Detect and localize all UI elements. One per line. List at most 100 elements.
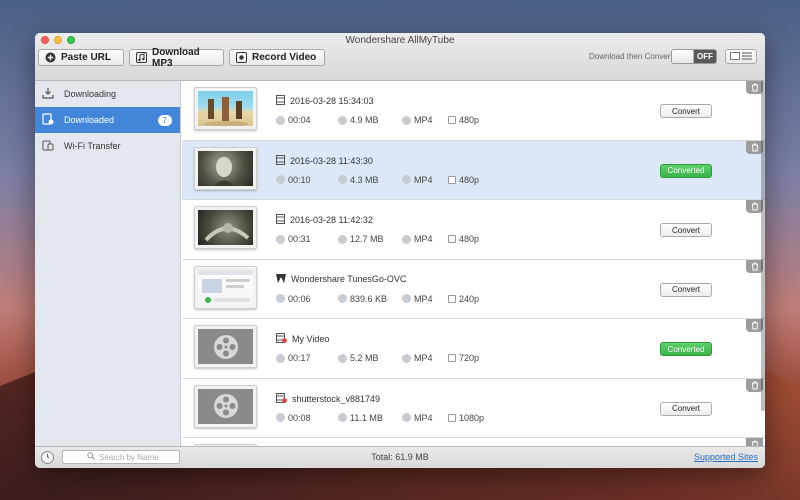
- convert-button[interactable]: Convert: [660, 104, 712, 118]
- video-meta: 00:08 11.1 MB MP4 1080p: [276, 413, 498, 423]
- delete-icon[interactable]: [746, 438, 763, 446]
- film-error-icon: [276, 333, 287, 345]
- video-size: 4.3 MB: [350, 174, 379, 185]
- video-row[interactable]: 2016-03-28 15:34:03 00:04 4.9 MB MP4 480…: [182, 81, 765, 141]
- video-title: shutterstock_v881749: [276, 392, 380, 405]
- downloaded-video-list: 2016-03-28 15:34:03 00:04 4.9 MB MP4 480…: [182, 81, 765, 446]
- download-icon: [42, 87, 54, 101]
- paste-url-label: Paste URL: [61, 52, 112, 63]
- video-row[interactable]: 2016-03-28 11:43:30 00:10 4.3 MB MP4 480…: [182, 140, 765, 200]
- sidebar-item-wifi-transfer[interactable]: Wi-Fi Transfer: [35, 133, 180, 159]
- sidebar-item-label: Downloaded: [64, 115, 115, 125]
- format-icon: [402, 175, 411, 184]
- video-meta: 00:31 12.7 MB MP4 480p: [276, 234, 498, 244]
- video-duration: 00:08: [288, 412, 311, 423]
- video-size: 4.9 MB: [350, 115, 379, 125]
- video-row[interactable]: Wondershare TunesGo-OVC 00:06 839.6 KB M…: [182, 259, 765, 319]
- video-title: My Video: [276, 333, 329, 345]
- video-size: 12.7 MB: [350, 234, 384, 244]
- clock-icon: [276, 413, 285, 422]
- video-row[interactable]: [182, 438, 765, 446]
- video-size: 839.6 KB: [350, 293, 388, 304]
- resolution-icon: [448, 354, 456, 362]
- resolution-icon: [448, 116, 456, 124]
- video-resolution: 480p: [459, 115, 480, 125]
- wifi-transfer-icon: [42, 139, 54, 153]
- list-scrollbar[interactable]: [761, 81, 765, 411]
- clock-icon: [276, 294, 285, 303]
- download-mp3-button[interactable]: Download MP3: [129, 46, 224, 69]
- size-icon: [338, 353, 347, 363]
- title-bar: Wondershare AllMyTube Paste URL Download…: [35, 33, 765, 81]
- supported-sites-link[interactable]: Supported Sites: [694, 452, 758, 462]
- converted-button[interactable]: Converted: [660, 163, 712, 178]
- paste-url-button[interactable]: Paste URL: [38, 49, 124, 66]
- total-size: Total: 61.9 MB: [371, 452, 429, 462]
- format-icon: [402, 115, 411, 125]
- convert-button[interactable]: Convert: [660, 401, 712, 416]
- format-icon: [402, 234, 411, 244]
- clock-icon: [276, 175, 285, 184]
- grid-view-icon: [730, 51, 740, 63]
- video-row[interactable]: 2016-03-28 11:42:32 00:31 12.7 MB MP4 48…: [182, 200, 765, 260]
- video-thumbnail[interactable]: [194, 146, 257, 190]
- sidebar-item-downloaded[interactable]: Downloaded 7: [35, 107, 180, 133]
- video-resolution: 480p: [459, 174, 480, 185]
- video-size: 5.2 MB: [350, 353, 379, 363]
- size-icon: [338, 115, 347, 125]
- video-resolution: 480p: [459, 234, 480, 244]
- format-icon: [402, 353, 411, 363]
- view-mode-button[interactable]: [725, 49, 757, 64]
- film-icon: [276, 154, 285, 167]
- film-icon: [276, 214, 285, 226]
- resolution-icon: [448, 235, 456, 243]
- video-row[interactable]: My Video 00:17 5.2 MB MP4 720p Converted: [182, 319, 765, 379]
- video-thumbnail[interactable]: [194, 206, 257, 249]
- video-title-text: 2016-03-28 15:34:03: [290, 96, 374, 106]
- download-mp3-label: Download MP3: [152, 46, 200, 69]
- video-format: MP4: [414, 293, 433, 304]
- video-title: Wondershare TunesGo-OVC: [276, 273, 407, 285]
- video-resolution: 1080p: [459, 412, 485, 423]
- toggle-knob: [672, 50, 694, 63]
- convert-button[interactable]: Convert: [660, 282, 712, 297]
- size-icon: [338, 175, 347, 184]
- video-meta: 00:06 839.6 KB MP4 240p: [276, 294, 498, 304]
- video-format: MP4: [414, 174, 433, 185]
- video-resolution: 720p: [459, 353, 480, 363]
- record-video-button[interactable]: Record Video: [229, 49, 325, 66]
- video-meta: 00:17 5.2 MB MP4 720p: [276, 353, 498, 363]
- video-format: MP4: [414, 412, 433, 423]
- video-meta: 00:04 4.9 MB MP4 480p: [276, 115, 498, 125]
- downloaded-icon: [42, 113, 54, 127]
- downloaded-count-badge: 7: [157, 114, 172, 126]
- sidebar-item-downloading[interactable]: Downloading: [35, 81, 180, 107]
- sidebar-item-label: Downloading: [64, 89, 117, 99]
- size-icon: [338, 234, 347, 244]
- sidebar-item-label: Wi-Fi Transfer: [64, 141, 121, 151]
- video-format: MP4: [414, 115, 433, 125]
- format-icon: [402, 294, 411, 303]
- video-title-text: My Video: [292, 334, 330, 344]
- status-bar: Total: 61.9 MB Supported Sites: [35, 446, 765, 468]
- video-thumbnail[interactable]: [194, 87, 257, 130]
- size-icon: [338, 413, 347, 422]
- film-reel-icon: [213, 334, 238, 359]
- app-window: Wondershare AllMyTube Paste URL Download…: [35, 33, 765, 468]
- video-thumbnail[interactable]: [194, 325, 257, 368]
- converted-button[interactable]: Converted: [660, 342, 712, 356]
- video-thumbnail[interactable]: [194, 384, 257, 428]
- format-icon: [402, 413, 411, 422]
- video-duration: 00:31: [288, 234, 311, 244]
- download-then-convert-toggle[interactable]: OFF: [671, 49, 717, 64]
- video-thumbnail[interactable]: [194, 265, 257, 309]
- plus-circle-icon: [45, 52, 56, 63]
- toggle-state: OFF: [694, 50, 716, 63]
- convert-button[interactable]: Convert: [660, 223, 712, 237]
- clock-icon: [276, 115, 285, 125]
- download-then-convert-label: Download then Convert: [589, 52, 673, 61]
- video-format: MP4: [414, 353, 433, 363]
- video-duration: 00:10: [288, 174, 311, 185]
- video-title-text: Wondershare TunesGo-OVC: [291, 274, 407, 284]
- video-row[interactable]: shutterstock_v881749 00:08 11.1 MB MP4 1…: [182, 378, 765, 438]
